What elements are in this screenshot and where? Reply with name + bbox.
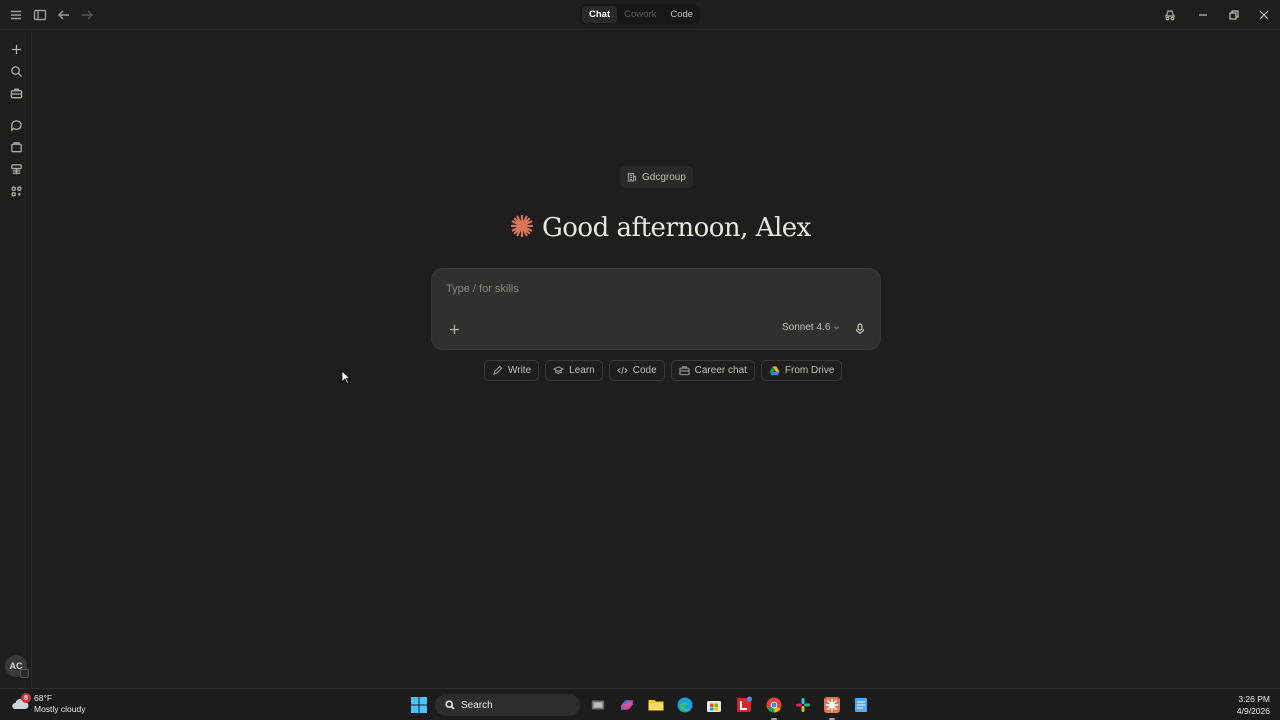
avatar[interactable]: AC xyxy=(5,655,29,678)
customize-icon[interactable] xyxy=(8,183,24,199)
from-drive-button[interactable]: From Drive xyxy=(760,360,843,381)
search-icon xyxy=(445,700,455,710)
close-button[interactable] xyxy=(1256,7,1272,23)
learn-label: Learn xyxy=(569,365,595,376)
file-explorer-icon[interactable] xyxy=(646,695,666,715)
claude-app-window: Chat Cowork Code AC Gdcgroup Good aftern… xyxy=(0,0,1280,688)
career-chat-label: Career chat xyxy=(694,365,747,376)
clock-time: 3:26 PM xyxy=(1238,694,1270,704)
graduation-cap-icon xyxy=(553,366,565,374)
message-composer: Sonnet 4.6 xyxy=(431,268,881,350)
chrome-browser-icon[interactable] xyxy=(764,695,784,720)
organization-name: Gdcgroup xyxy=(642,171,686,183)
title-bar: Chat Cowork Code xyxy=(0,0,1280,30)
building-icon xyxy=(627,172,637,182)
claude-app-icon[interactable] xyxy=(822,695,842,720)
notification-badge: 8 xyxy=(21,693,31,703)
artifacts-icon[interactable] xyxy=(8,139,24,155)
sidebar: AC xyxy=(0,31,32,688)
temperature: 68°F xyxy=(34,693,53,703)
tab-chat[interactable]: Chat xyxy=(582,6,618,23)
quick-actions: Write Learn Code Career chat From Drive xyxy=(484,360,843,382)
microphone-icon xyxy=(855,323,865,334)
claude-spark-icon xyxy=(510,214,534,243)
microsoft-store-icon[interactable] xyxy=(704,695,724,715)
edge-browser-icon[interactable] xyxy=(675,695,695,715)
chevron-down-icon xyxy=(834,326,840,330)
restore-button[interactable] xyxy=(1226,7,1242,23)
greeting-text: Good afternoon, Alex xyxy=(542,213,811,243)
write-label: Write xyxy=(508,365,532,376)
taskbar-search[interactable]: Search xyxy=(435,694,580,716)
tab-code[interactable]: Code xyxy=(663,6,700,23)
notepad-icon[interactable] xyxy=(851,695,871,715)
write-button[interactable]: Write xyxy=(484,360,540,381)
new-chat-icon[interactable] xyxy=(8,41,24,57)
red-app-icon[interactable] xyxy=(734,695,754,715)
mouse-cursor-icon xyxy=(341,370,351,385)
avatar-badge xyxy=(20,669,29,678)
weather-condition: Mostly cloudy xyxy=(34,704,86,714)
mode-switcher: Chat Cowork Code xyxy=(580,4,700,25)
weather-widget[interactable]: 8 68°F Mostly cloudy xyxy=(10,693,86,715)
start-button[interactable] xyxy=(409,695,429,715)
minimize-button[interactable] xyxy=(1195,7,1211,23)
from-drive-label: From Drive xyxy=(784,365,835,376)
forward-arrow-icon[interactable] xyxy=(79,7,95,23)
incognito-icon[interactable] xyxy=(1162,7,1178,23)
model-selector[interactable]: Sonnet 4.6 xyxy=(782,322,840,333)
model-name: Sonnet 4.6 xyxy=(782,322,831,333)
menu-icon[interactable] xyxy=(8,7,24,23)
career-chat-button[interactable]: Career chat xyxy=(670,360,755,381)
code-icon[interactable] xyxy=(8,161,24,177)
search-label: Search xyxy=(461,699,493,711)
copilot-icon[interactable] xyxy=(617,695,637,715)
taskbar: 8 68°F Mostly cloudy Search 3:26 PM 4/9/… xyxy=(0,688,1280,720)
voice-input-button[interactable] xyxy=(852,321,868,337)
pencil-icon xyxy=(492,365,503,376)
slack-icon[interactable] xyxy=(793,695,813,715)
plus-icon xyxy=(449,324,459,334)
clock-date: 4/9/2026 xyxy=(1236,706,1270,716)
organization-chip[interactable]: Gdcgroup xyxy=(620,166,693,188)
tab-cowork[interactable]: Cowork xyxy=(617,6,663,23)
system-clock[interactable]: 3:26 PM 4/9/2026 xyxy=(1237,693,1270,717)
chats-icon[interactable] xyxy=(8,117,24,133)
search-icon[interactable] xyxy=(8,63,24,79)
add-attachment-button[interactable] xyxy=(446,321,462,337)
projects-icon[interactable] xyxy=(8,85,24,101)
learn-button[interactable]: Learn xyxy=(545,360,603,381)
briefcase-icon xyxy=(679,366,690,376)
sidebar-toggle-icon[interactable] xyxy=(32,7,48,23)
back-arrow-icon[interactable] xyxy=(56,7,72,23)
message-input[interactable] xyxy=(446,283,846,295)
code-button[interactable]: Code xyxy=(608,360,665,381)
code-brackets-icon xyxy=(616,366,628,375)
cloud-icon: 8 xyxy=(10,693,31,714)
code-label: Code xyxy=(632,365,657,376)
google-drive-icon xyxy=(769,366,780,376)
task-view-icon[interactable] xyxy=(588,695,608,715)
windows-logo-icon xyxy=(411,697,427,713)
greeting: Good afternoon, Alex xyxy=(510,208,811,248)
